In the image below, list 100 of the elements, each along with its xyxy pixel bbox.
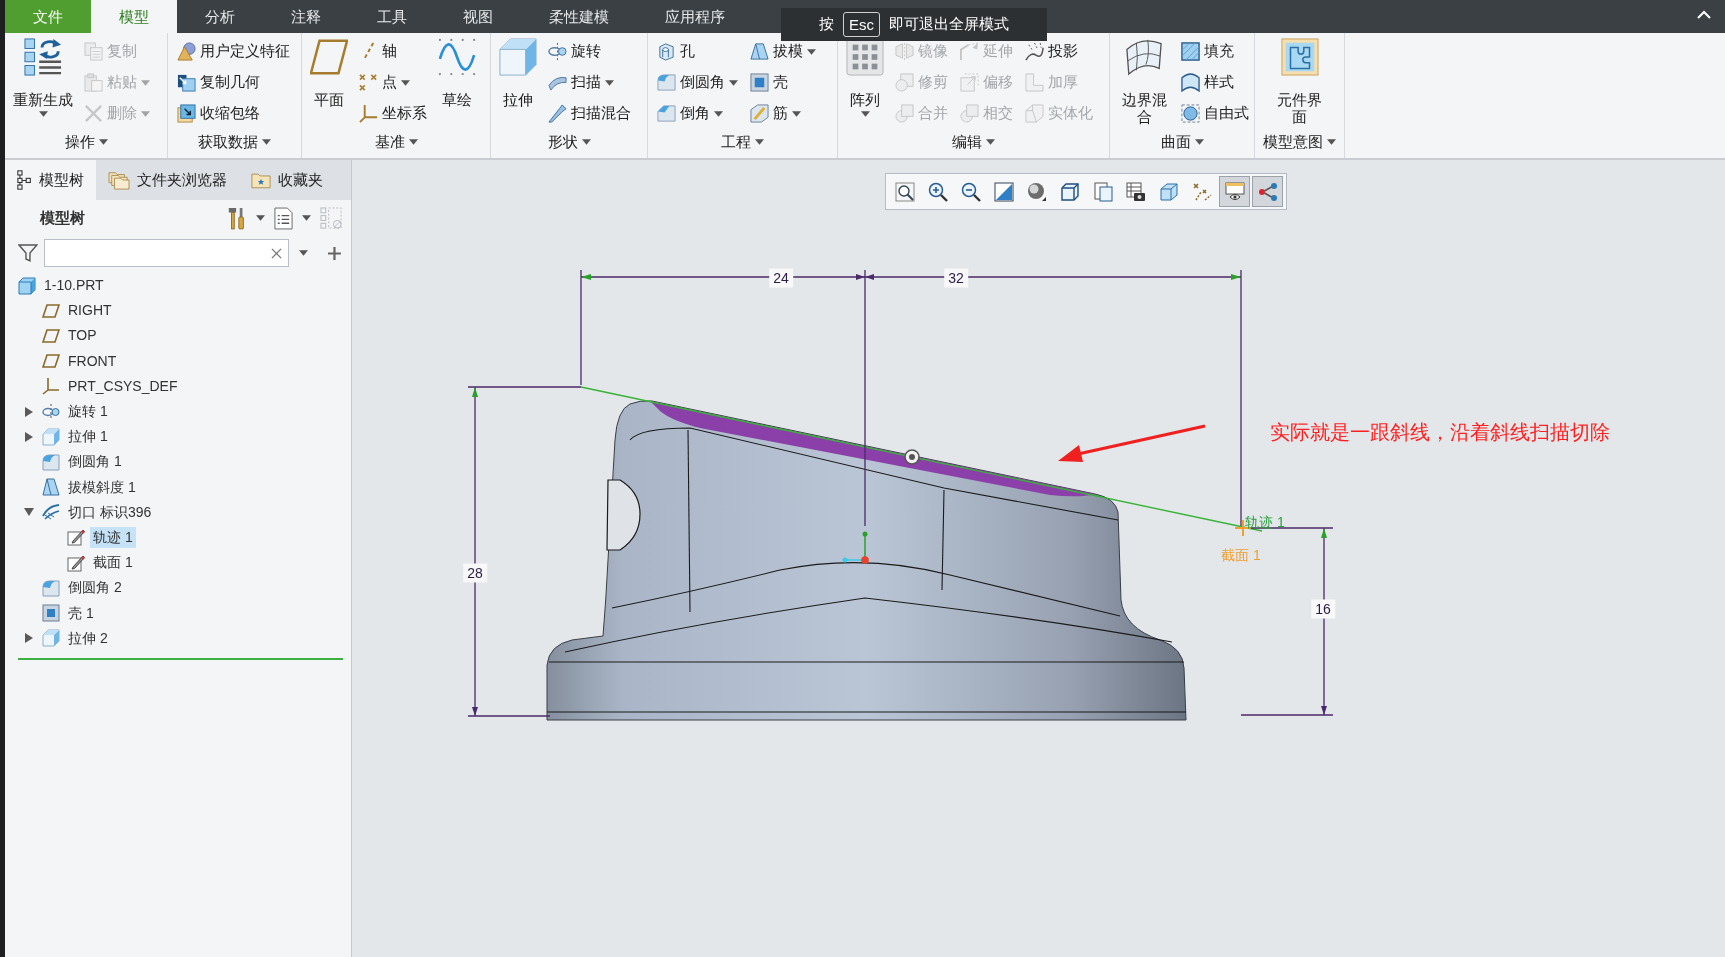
caret-icon [98, 139, 108, 145]
ribbon-button[interactable]: 坐标系 [356, 98, 430, 129]
menu-tab[interactable]: 注释 [263, 0, 349, 33]
panel-tab[interactable]: 收藏夹 [239, 160, 335, 200]
tree-item[interactable]: RIGHT [65, 300, 115, 322]
hint-text: 按 [819, 14, 834, 35]
ribbon-button[interactable]: 旋转 [545, 36, 634, 67]
curved-surface-icon [1125, 38, 1163, 76]
ribbon-button[interactable]: 元件界面 [1271, 36, 1328, 125]
ribbon-button[interactable]: 投影 [1022, 36, 1096, 67]
caret-right-icon[interactable] [25, 431, 33, 442]
caret-icon [755, 139, 764, 145]
tree-item[interactable]: 截面 1 [90, 552, 136, 574]
caret-right-icon[interactable] [25, 633, 33, 644]
shell-icon [750, 73, 769, 92]
tree-item[interactable]: 拉伸 1 [65, 426, 111, 448]
group-menu-button[interactable]: 编辑 [950, 132, 997, 152]
reference-label: 截面 1 [1221, 546, 1261, 564]
spin-center-icon [904, 449, 920, 465]
panel-tab[interactable]: 模型树 [5, 160, 96, 200]
group-menu-button[interactable]: 基准 [372, 132, 420, 152]
caret-icon[interactable] [302, 215, 311, 221]
ribbon-button[interactable]: 用户定义特征 [174, 36, 293, 67]
ribbon-button[interactable]: 倒圆角 [654, 67, 741, 98]
chevron-up-icon[interactable] [1697, 10, 1711, 19]
merge-icon [895, 104, 914, 123]
draft-icon [750, 42, 769, 61]
ribbon-button[interactable]: 复制几何 [174, 67, 293, 98]
tree-item[interactable]: 倒圆角 2 [65, 577, 125, 599]
group-menu-button[interactable]: 操作 [62, 132, 110, 152]
ribbon-button[interactable]: 收缩包络 [174, 98, 293, 129]
tree-item[interactable]: 拔模斜度 1 [65, 476, 139, 498]
tree-item[interactable]: 拉伸 2 [65, 627, 111, 649]
tree-item[interactable]: TOP [65, 325, 100, 347]
ribbon-button[interactable]: 轴 [356, 36, 430, 67]
caret-down-icon[interactable] [24, 508, 34, 517]
pencil-icon [67, 528, 85, 547]
tree-item[interactable]: 1-10.PRT [41, 275, 107, 297]
datum-marks-icon [1191, 181, 1212, 202]
swept-curve-icon [42, 503, 60, 522]
solidify-icon [1025, 104, 1044, 123]
draft-icon [42, 478, 60, 497]
menu-tab[interactable]: 柔性建模 [521, 0, 637, 33]
ribbon-button[interactable]: 草绘 [436, 36, 478, 108]
plus-icon[interactable] [328, 246, 341, 260]
table-camera-icon [1125, 181, 1146, 202]
tree-item[interactable]: 切口 标识396 [65, 501, 155, 523]
tools-icon[interactable] [227, 206, 247, 230]
menu-tab[interactable]: 分析 [177, 0, 263, 33]
zoom-out-icon [960, 181, 981, 202]
group-menu-button[interactable]: 模型意图 [1261, 132, 1338, 152]
group-menu-button[interactable]: 形状 [545, 132, 593, 152]
ribbon-button[interactable]: 倒角 [654, 98, 741, 129]
copy-icon [84, 42, 103, 61]
tree-item[interactable]: 倒圆角 1 [65, 451, 125, 473]
clear-icon[interactable] [271, 247, 283, 259]
ribbon-button[interactable]: 样式 [1178, 67, 1252, 98]
ribbon-button[interactable]: 壳 [747, 67, 819, 98]
group-menu-button[interactable]: 曲面 [1158, 132, 1206, 152]
solid-cube-icon [18, 276, 36, 295]
ribbon-button[interactable]: 点 [356, 67, 430, 98]
ribbon-button[interactable]: 扫描 [545, 67, 634, 98]
tree-item[interactable]: PRT_CSYS_DEF [65, 375, 181, 397]
ribbon-button[interactable]: 重新生成 [11, 36, 75, 117]
ribbon-button[interactable]: 平面 [308, 36, 350, 108]
tree-item[interactable]: 壳 1 [65, 602, 97, 624]
ribbon-button[interactable]: 筋 [747, 98, 819, 129]
cube-icon [42, 427, 60, 446]
wrap-box-icon [177, 104, 196, 123]
ribbon-button[interactable]: 拉伸 [497, 36, 539, 108]
dimension-value: 32 [944, 268, 968, 288]
extend-icon [960, 42, 979, 61]
tree-item[interactable]: 轨迹 1 [90, 526, 136, 548]
connected-nodes-icon [1257, 181, 1278, 202]
search-field[interactable] [43, 239, 290, 267]
menu-tab[interactable]: 视图 [435, 0, 521, 33]
hole-icon [657, 42, 676, 61]
ribbon-button[interactable]: 边界混合 [1116, 36, 1172, 125]
ribbon-button[interactable]: 自由式 [1178, 98, 1252, 129]
group-menu-button[interactable]: 获取数据 [196, 132, 273, 152]
ribbon-button[interactable]: 拔模 [747, 36, 819, 67]
trim-icon [895, 73, 914, 92]
ribbon-button[interactable]: 填充 [1178, 36, 1252, 67]
menu-tab[interactable]: 应用程序 [637, 0, 753, 33]
filter-icon[interactable] [18, 243, 38, 263]
tree-item[interactable]: 旋转 1 [65, 401, 111, 423]
folders-icon [108, 170, 130, 190]
caret-right-icon[interactable] [25, 406, 33, 417]
group-menu-button[interactable]: 工程 [719, 132, 766, 152]
tree-item[interactable]: FRONT [65, 350, 120, 372]
panel-tab[interactable]: 文件夹浏览器 [96, 160, 239, 200]
menu-tab[interactable]: 工具 [349, 0, 435, 33]
caret-icon[interactable] [256, 215, 265, 221]
ribbon-button[interactable]: 扫描混合 [545, 98, 634, 129]
caret-icon[interactable] [299, 250, 309, 256]
menu-tab[interactable]: 模型 [91, 0, 177, 33]
list-document-icon[interactable] [274, 206, 293, 230]
ribbon-button[interactable]: 孔 [654, 36, 741, 67]
caret-icon [986, 139, 995, 145]
keyboard-key: Esc [843, 12, 880, 37]
